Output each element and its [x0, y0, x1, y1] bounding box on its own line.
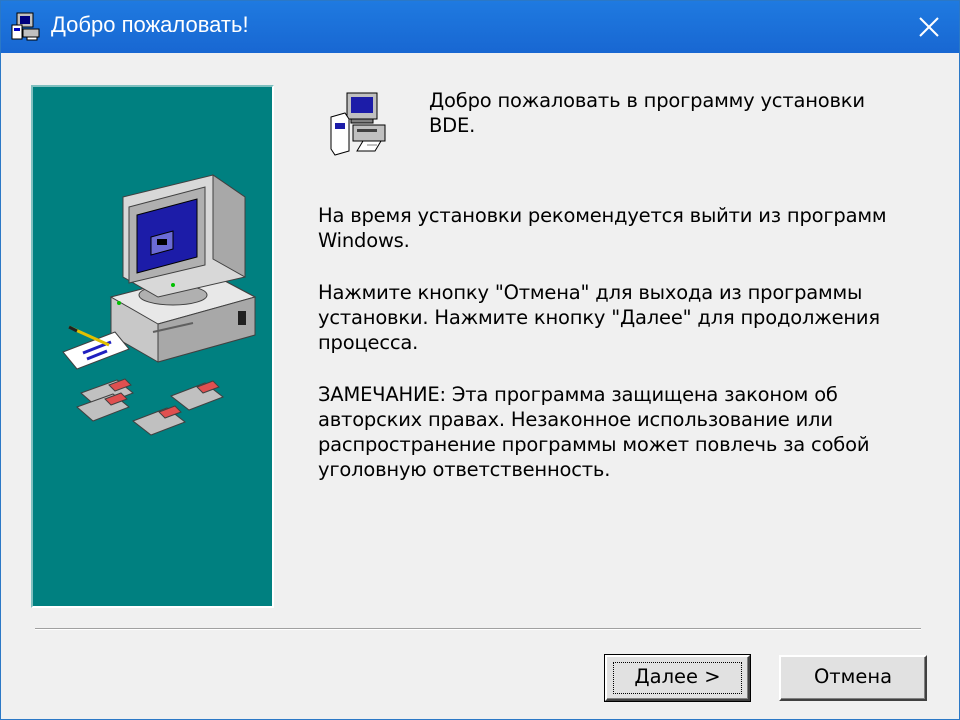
close-button[interactable] [907, 7, 951, 47]
cancel-button[interactable]: Отмена [779, 655, 927, 701]
cancel-button-label: Отмена [813, 665, 893, 688]
copyright-notice-text: ЗАМЕЧАНИЕ: Эта программа защищена законо… [318, 383, 870, 481]
focus-rectangle [613, 662, 742, 694]
window-title: Добро пожаловать! [51, 12, 249, 37]
setup-app-icon [9, 11, 43, 43]
setup-icon [323, 89, 393, 159]
close-programs-text: На время установки рекомендуется выйти и… [318, 204, 887, 252]
computer-illustration [62, 174, 257, 436]
title-bar[interactable]: Добро пожаловать! [1, 1, 959, 53]
welcome-heading: Добро пожаловать в программу установки B… [429, 89, 865, 137]
setup-dialog: Добро пожаловать! Добро пожаловать в про… [0, 0, 960, 720]
next-button[interactable]: Далее > [604, 654, 751, 702]
separator [35, 628, 921, 630]
instructions-text: Нажмите кнопку "Отмена" для выхода из пр… [318, 281, 880, 354]
side-illustration-panel [31, 85, 274, 608]
close-icon [919, 17, 939, 37]
